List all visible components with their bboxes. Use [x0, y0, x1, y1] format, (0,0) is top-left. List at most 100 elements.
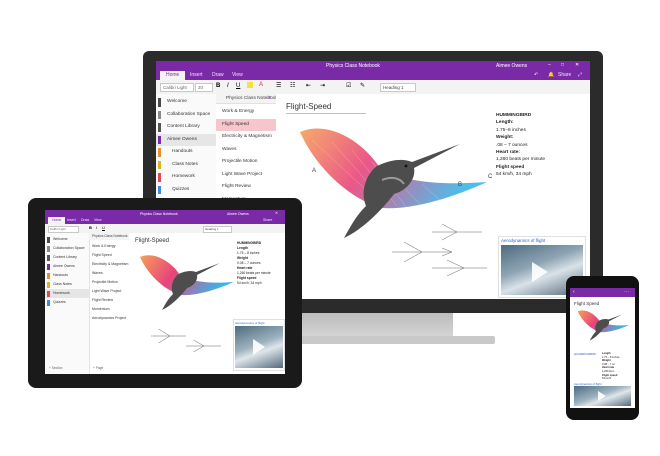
note-canvas[interactable]: Flight-Speed A B C HUMMINGBIRD Length: 1… — [276, 94, 590, 299]
phone-video-thumbnail[interactable] — [574, 386, 631, 406]
font-name-select[interactable]: Calibri Light — [160, 83, 194, 92]
weight-value: .08 – 7 ounces — [496, 142, 528, 148]
highlight-icon[interactable] — [247, 82, 253, 88]
section-item[interactable]: Collaboration Space — [156, 109, 216, 122]
add-section-button[interactable]: + Section — [49, 366, 62, 370]
tablet-page-item[interactable]: Light Wave Project — [89, 287, 129, 296]
notebook-title[interactable]: Physics Class Notebook — [216, 94, 276, 104]
tablet-bold-icon[interactable]: B — [89, 225, 92, 230]
tablet-page-item[interactable]: Work & Energy — [89, 242, 129, 251]
maximize-icon[interactable]: □ — [561, 62, 564, 68]
back-icon[interactable]: ‹ — [573, 289, 575, 295]
tab-insert[interactable]: Insert — [184, 71, 209, 80]
tablet-font-select[interactable]: Calibri Light — [48, 226, 79, 233]
checkbox-icon[interactable]: ☑ — [346, 82, 351, 89]
tag-icon[interactable]: ✎ — [360, 82, 365, 89]
bell-icon[interactable]: 🔔 — [548, 71, 554, 80]
tablet-section-item[interactable]: Quizzes — [45, 298, 89, 307]
tablet-video-title[interactable]: Aerodynamics of flight — [235, 321, 265, 325]
section-item[interactable]: Content Library — [156, 121, 216, 134]
tablet-notebook-title[interactable]: Physics Class Notebook — [89, 233, 129, 240]
section-item[interactable]: Homework — [156, 171, 216, 184]
play-icon[interactable] — [532, 262, 548, 282]
minimize-icon[interactable]: – — [548, 62, 551, 68]
phone-play-icon[interactable] — [598, 391, 606, 401]
page-item[interactable]: Projectile Motion — [216, 156, 276, 169]
tablet-tab-home[interactable]: Home — [48, 217, 66, 224]
section-label: Aimee Owens — [167, 136, 197, 142]
section-color-tab — [158, 185, 161, 194]
label-a: A — [312, 168, 316, 174]
tablet-section-label: Homework — [53, 291, 70, 295]
bold-icon[interactable]: B — [216, 83, 220, 89]
italic-icon[interactable]: I — [227, 83, 229, 89]
numbering-icon[interactable]: ☷ — [290, 82, 295, 89]
tablet-section-item[interactable]: Handouts — [45, 271, 89, 280]
tab-home[interactable]: Home — [160, 71, 186, 80]
tablet-tab-draw[interactable]: Draw — [81, 217, 89, 224]
tablet-italic-icon[interactable]: I — [96, 225, 97, 230]
tablet-section-item[interactable]: Aimee Owens — [45, 262, 89, 271]
tablet-section-item[interactable]: Class Notes — [45, 280, 89, 289]
search-icon[interactable]: ⌕ — [268, 95, 271, 102]
phone-page-title[interactable]: Flight Speed — [574, 301, 599, 306]
tab-view[interactable]: View — [226, 71, 249, 80]
underline-icon[interactable]: U — [236, 83, 240, 89]
tablet-style-select[interactable]: Heading 1 — [203, 226, 232, 233]
tablet-play-icon[interactable] — [253, 339, 265, 355]
tablet-page-item[interactable]: Aerodynamics Project — [89, 314, 129, 323]
tablet-video-card[interactable]: Aerodynamics of flight — [233, 319, 285, 371]
outdent-icon[interactable]: ⇤ — [306, 82, 311, 89]
page-item[interactable]: Work & Energy — [216, 106, 276, 119]
tablet-section-item[interactable]: Welcome — [45, 235, 89, 244]
page-item[interactable]: Flight Speed — [216, 118, 276, 131]
page-title[interactable]: Flight-Speed — [286, 102, 331, 111]
undo-icon[interactable]: ↶ — [534, 71, 538, 80]
phone-more-icon[interactable]: ⋯ — [624, 289, 629, 295]
tablet-close-icon[interactable]: ✕ — [275, 211, 278, 215]
bullets-icon[interactable]: ☰ — [276, 82, 281, 89]
tablet-tab-insert[interactable]: Insert — [67, 217, 76, 224]
section-item[interactable]: Aimee Owens — [156, 133, 216, 146]
video-title-link[interactable]: Aerodynamics of flight — [501, 238, 545, 243]
style-select[interactable]: Heading 1 — [380, 83, 416, 92]
tablet-underline-icon[interactable]: U — [102, 225, 105, 230]
flight-speed-value: 54 km/h, 34 mph — [496, 172, 532, 178]
section-label: Homework — [172, 174, 195, 179]
tablet-section-item[interactable]: Collaboration Space — [45, 244, 89, 253]
tablet-section-item[interactable]: Homework — [45, 289, 89, 298]
tablet-page-item[interactable]: Waves — [89, 269, 129, 278]
indent-icon[interactable]: ⇥ — [320, 82, 325, 89]
tablet-tab-view[interactable]: View — [94, 217, 102, 224]
tablet-section-item[interactable]: Content Library — [45, 253, 89, 262]
page-item[interactable]: Electricity & Magnetism — [216, 131, 276, 144]
phone-onenote-view: ‹ ⋯ Flight Speed HUMMINGBIRD Length 1.75 … — [570, 288, 635, 408]
tablet-page-item[interactable]: Electricity & Magnetism — [89, 260, 129, 269]
tablet-page-item[interactable]: Flight Speed — [89, 251, 129, 260]
tablet-page-item[interactable]: Momentum — [89, 305, 129, 314]
close-icon[interactable]: ✕ — [575, 62, 579, 68]
user-name[interactable]: Aimee Owens — [496, 63, 527, 69]
page-item[interactable]: Waves — [216, 144, 276, 157]
tablet-video-thumbnail[interactable] — [235, 326, 283, 368]
tablet-section-label: Quizzes — [53, 300, 66, 304]
add-page-button[interactable]: + Page — [93, 366, 103, 370]
tablet-page-item[interactable]: Projectile Motion — [89, 278, 129, 287]
font-color-icon[interactable]: A — [259, 82, 263, 88]
tablet-section-label: Welcome — [53, 237, 68, 241]
section-item[interactable]: Class Notes — [156, 159, 216, 172]
expand-icon[interactable]: ⤢ — [578, 71, 582, 80]
phone-fact-line: 54 km/h — [602, 377, 612, 381]
page-item[interactable]: Light Wave Project — [216, 169, 276, 182]
tablet-user-name[interactable]: Aimee Owens — [227, 212, 249, 216]
section-item[interactable]: Handouts — [156, 146, 216, 159]
share-button[interactable]: Share — [558, 71, 571, 80]
section-item[interactable]: Welcome — [156, 96, 216, 109]
page-item[interactable]: Flight Review — [216, 181, 276, 194]
tablet-page-title[interactable]: Flight-Speed — [135, 238, 169, 244]
section-item[interactable]: Quizzes — [156, 184, 216, 197]
tablet-page-item[interactable]: Flight Review — [89, 296, 129, 305]
font-size-select[interactable]: 20 — [195, 83, 213, 92]
tablet-note-canvas[interactable]: Flight-Speed HUMMINGBIRD Length 1.75 – 8 i… — [129, 233, 285, 374]
tablet-share-button[interactable]: Share — [263, 217, 272, 224]
